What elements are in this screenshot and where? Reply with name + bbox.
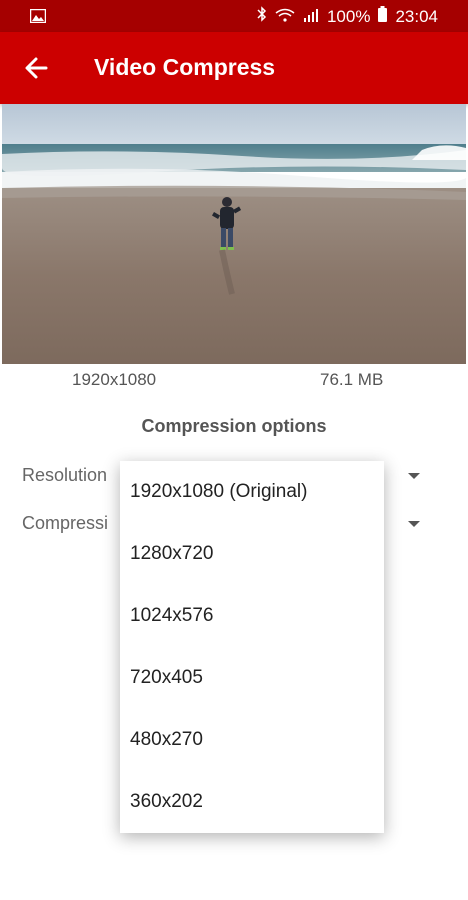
resolution-dropdown-arrow-icon[interactable]	[408, 473, 420, 479]
battery-icon	[378, 6, 388, 27]
resolution-option-1920x1080[interactable]: 1920x1080 (Original)	[120, 461, 384, 523]
resolution-dropdown-menu: 1920x1080 (Original) 1280x720 1024x576 7…	[120, 461, 384, 833]
gallery-notification-icon	[29, 8, 47, 28]
clock: 23:04	[395, 6, 438, 26]
battery-percent: 100%	[326, 6, 371, 26]
page-title: Video Compress	[94, 54, 276, 80]
back-button[interactable]	[20, 52, 52, 84]
resolution-label: Resolution	[22, 465, 108, 485]
resolution-option-360x202[interactable]: 360x202	[120, 771, 384, 833]
compression-options-title: Compression options	[141, 416, 327, 436]
resolution-option-720x405[interactable]: 720x405	[120, 647, 384, 709]
video-resolution: 1920x1080	[72, 370, 157, 389]
signal-icon	[303, 7, 319, 27]
compression-label: Compressi	[22, 513, 109, 533]
arrow-back-icon	[25, 57, 48, 79]
resolution-option-1280x720[interactable]: 1280x720	[120, 523, 384, 585]
bluetooth-icon	[257, 6, 267, 27]
wifi-icon	[275, 7, 295, 27]
resolution-option-1024x576[interactable]: 1024x576	[120, 585, 384, 647]
app-bar: Video Compress	[0, 32, 468, 104]
compression-dropdown-arrow-icon[interactable]	[408, 521, 420, 527]
video-thumbnail[interactable]	[2, 104, 466, 364]
resolution-option-480x270[interactable]: 480x270	[120, 709, 384, 771]
video-size: 76.1 MB	[320, 370, 384, 389]
status-bar: 100% 23:04	[0, 0, 468, 32]
